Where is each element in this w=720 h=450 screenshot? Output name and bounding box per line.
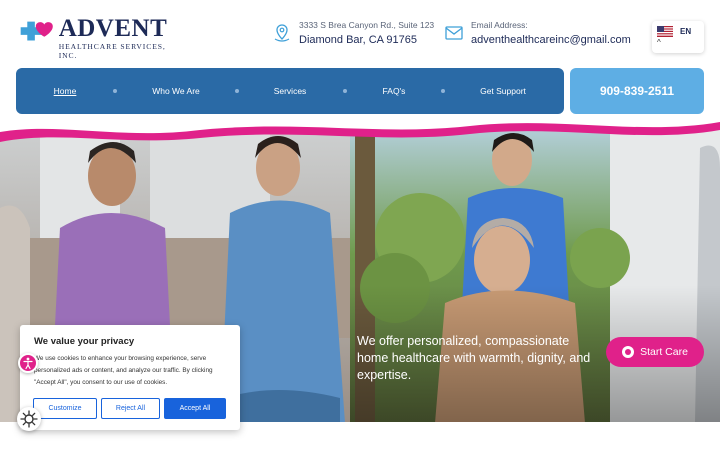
logo-subtitle: HEALTHCARE SERVICES, INC.	[58, 42, 166, 60]
phone-button[interactable]: 909-839-2511	[570, 68, 704, 114]
nav-separator	[113, 89, 117, 93]
email-block[interactable]: Email Address: adventhealthcareinc@gmail…	[444, 20, 631, 47]
chat-bubble-icon	[622, 346, 635, 358]
customize-button[interactable]: Customize	[33, 398, 97, 419]
cookie-settings-button[interactable]	[17, 407, 41, 431]
address-block: 3333 S Brea Canyon Rd., Suite 123 Diamon…	[272, 20, 434, 47]
advent-logo[interactable]: ADVENT HEALTHCARE SERVICES, INC.	[15, 15, 180, 60]
language-code: EN	[680, 27, 692, 36]
us-flag-icon	[657, 26, 673, 37]
nav-home[interactable]: Home	[54, 68, 77, 114]
cookie-body: We use cookies to enhance your browsing …	[34, 355, 213, 386]
nav-separator	[441, 89, 445, 93]
nav-faqs[interactable]: FAQ's	[383, 68, 406, 114]
accessibility-icon	[23, 357, 33, 370]
cookie-title: We value your privacy	[34, 336, 135, 347]
language-selector[interactable]: EN ^	[652, 21, 704, 53]
accessibility-button[interactable]	[18, 353, 38, 373]
nav-who-we-are[interactable]: Who We Are	[152, 68, 200, 114]
site-header: ADVENT HEALTHCARE SERVICES, INC. 3333 S …	[0, 0, 720, 66]
nav-get-support[interactable]: Get Support	[480, 68, 526, 114]
nav-separator	[235, 89, 239, 93]
cookie-settings-icon	[20, 410, 38, 428]
nav-separator	[343, 89, 347, 93]
accept-all-button[interactable]: Accept All	[164, 398, 226, 419]
address-line2: Diamond Bar, CA 91765	[299, 34, 418, 46]
email-label: Email Address:	[471, 20, 528, 30]
chevron-up-icon: ^	[657, 38, 661, 47]
nav-services[interactable]: Services	[274, 68, 307, 114]
hero-tagline: We offer personalized, compassionate hom…	[357, 334, 591, 382]
map-pin-icon	[274, 24, 290, 42]
email-address[interactable]: adventhealthcareinc@gmail.com	[471, 33, 631, 47]
start-care-label: Start Care	[640, 346, 688, 358]
cross-heart-logo-icon	[20, 21, 53, 41]
mail-icon	[445, 26, 463, 40]
reject-all-button[interactable]: Reject All	[101, 398, 160, 419]
logo-title: ADVENT	[58, 15, 168, 42]
main-nav: Home Who We Are Services FAQ's Get Suppo…	[16, 68, 564, 114]
cookie-consent-banner: We value your privacy We use cookies to …	[20, 325, 240, 430]
address-line1: 3333 S Brea Canyon Rd., Suite 123	[299, 20, 435, 30]
start-care-button[interactable]: Start Care	[606, 337, 704, 367]
